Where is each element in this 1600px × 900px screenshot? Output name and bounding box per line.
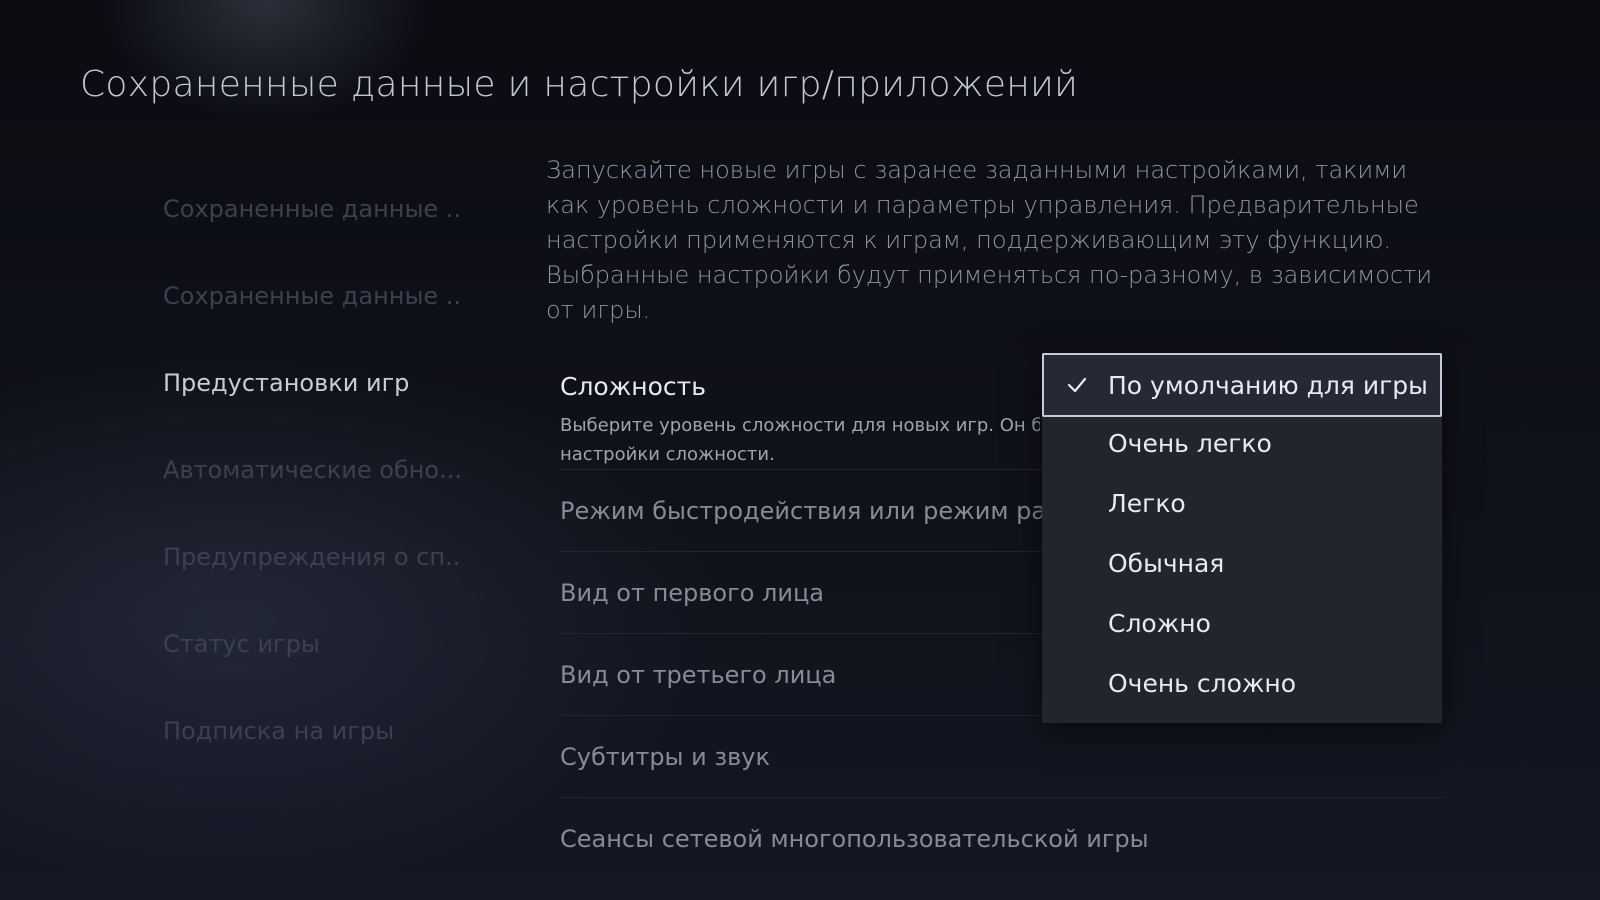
sidebar-item-game-subscription[interactable]: Подписка на игры (163, 687, 463, 774)
difficulty-dropdown: По умолчанию для игры Очень легко Легко … (1042, 353, 1442, 723)
sidebar: Сохраненные данные ... Сохраненные данны… (163, 165, 463, 774)
sidebar-item-game-presets[interactable]: Предустановки игр (163, 339, 463, 426)
dropdown-option-hard[interactable]: Сложно (1042, 593, 1442, 653)
dropdown-option-normal[interactable]: Обычная (1042, 533, 1442, 593)
sidebar-item-saved-data-console[interactable]: Сохраненные данные ... (163, 165, 463, 252)
sidebar-item-game-status[interactable]: Статус игры (163, 600, 463, 687)
dropdown-option-game-default[interactable]: По умолчанию для игры (1042, 353, 1442, 417)
dropdown-option-label: Обычная (1108, 548, 1225, 578)
dropdown-option-label: Очень легко (1108, 428, 1272, 458)
page-title: Сохраненные данные и настройки игр/прило… (80, 64, 1079, 105)
dropdown-option-label: Легко (1108, 488, 1186, 518)
dropdown-option-very-hard[interactable]: Очень сложно (1042, 653, 1442, 713)
dropdown-option-label: По умолчанию для игры (1108, 370, 1428, 400)
difficulty-description-line: настройки сложности. (560, 444, 775, 465)
sidebar-item-auto-updates[interactable]: Автоматические обно... (163, 426, 463, 513)
dropdown-option-very-easy[interactable]: Очень легко (1042, 413, 1442, 473)
check-icon (1067, 377, 1087, 393)
dropdown-option-label: Очень сложно (1108, 668, 1297, 698)
subtitles-audio-setting[interactable]: Субтитры и звук (560, 716, 1445, 798)
sidebar-item-saved-data-ps4[interactable]: Сохраненные данные ... (163, 252, 463, 339)
difficulty-description-line: Выберите уровень сложности для новых игр… (560, 415, 1040, 436)
dropdown-option-easy[interactable]: Легко (1042, 473, 1442, 533)
sidebar-item-spoiler-warnings[interactable]: Предупреждения о сп... (163, 513, 463, 600)
dropdown-option-label: Сложно (1108, 608, 1211, 638)
online-multiplayer-setting[interactable]: Сеансы сетевой многопользовательской игр… (560, 798, 1445, 879)
presets-description: Запускайте новые игры с заранее заданным… (546, 156, 1433, 324)
difficulty-description: Выберите уровень сложности для новых игр… (560, 411, 1040, 469)
